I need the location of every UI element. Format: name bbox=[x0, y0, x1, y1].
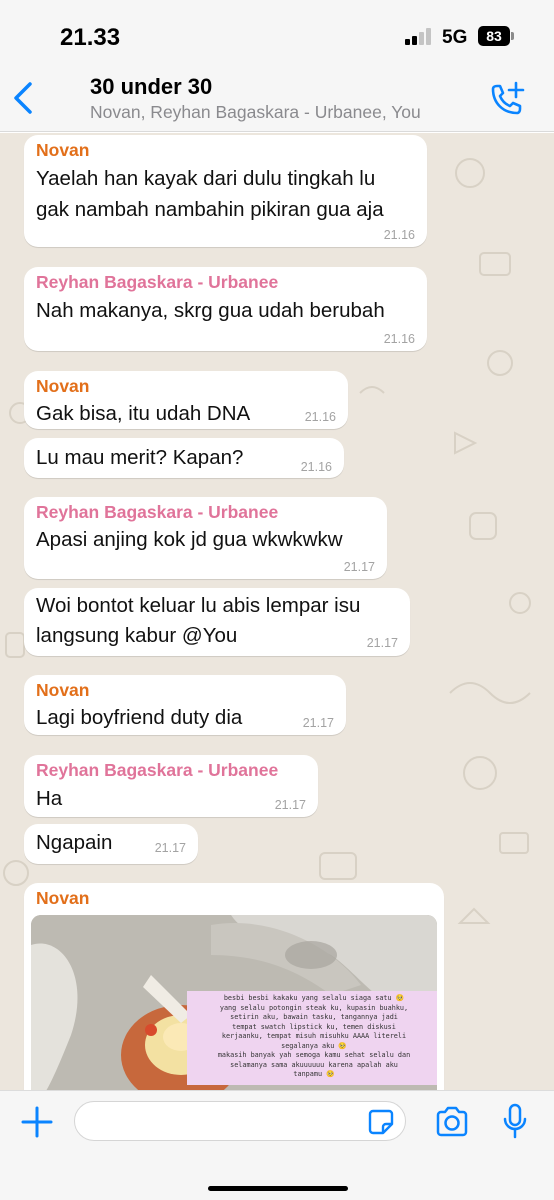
caption-line: setirin aku, bawain tasku, tangannya jad… bbox=[230, 1013, 398, 1021]
microphone-icon bbox=[503, 1103, 527, 1139]
chevron-left-icon bbox=[14, 82, 32, 114]
sender-name[interactable]: Novan bbox=[36, 376, 89, 397]
message-text: Woi bontot keluar lu abis lempar isu bbox=[36, 594, 361, 617]
sender-name[interactable]: Reyhan Bagaskara - Urbanee bbox=[36, 760, 278, 781]
message-time: 21.16 bbox=[383, 228, 415, 242]
message-time: 21.17 bbox=[274, 798, 306, 812]
caption-line: tempat swatch lipstick ku, temen diskusi bbox=[232, 1022, 396, 1031]
input-bar bbox=[0, 1090, 554, 1200]
message-time: 21.16 bbox=[304, 410, 336, 424]
plus-icon bbox=[21, 1106, 53, 1138]
message-text: langsung kabur @You bbox=[36, 624, 238, 647]
caption-line: kerjaanku, tempat misuh misuhku AAAA lit… bbox=[221, 1032, 407, 1040]
chat-area[interactable]: Novan Yaelah han kayak dari dulu tingkah… bbox=[0, 133, 554, 1090]
network-label: 5G bbox=[442, 27, 468, 48]
status-bar: 21.33 5G 83 bbox=[0, 0, 554, 60]
image-message-bubble[interactable]: Novan besbi besbi kakaku yang selalu sia… bbox=[24, 883, 444, 1090]
signal-icon bbox=[405, 27, 435, 45]
status-time: 21.33 bbox=[60, 24, 121, 51]
message-time: 21.16 bbox=[300, 460, 332, 474]
message-text: gak nambah nambahin pikiran gua aja bbox=[36, 198, 384, 221]
sender-name[interactable]: Reyhan Bagaskara - Urbanee bbox=[36, 272, 278, 293]
message-text: Ha bbox=[36, 787, 63, 810]
message-bubble[interactable]: Ngapain 21.17 bbox=[24, 824, 198, 864]
caption-line: besbi besbi kakaku yang selalu siaga sat… bbox=[223, 994, 405, 1002]
message-bubble[interactable]: Lu mau merit? Kapan? 21.16 bbox=[24, 438, 344, 478]
message-text: Ngapain bbox=[36, 831, 113, 854]
camera-button[interactable] bbox=[434, 1105, 470, 1139]
message-bubble[interactable]: Novan Yaelah han kayak dari dulu tingkah… bbox=[24, 135, 427, 247]
sticker-button[interactable] bbox=[368, 1109, 394, 1135]
message-text: Gak bisa, itu udah DNA bbox=[36, 402, 251, 425]
message-time: 21.17 bbox=[302, 716, 334, 730]
message-input[interactable] bbox=[74, 1101, 406, 1141]
message-bubble[interactable]: Reyhan Bagaskara - Urbanee Apasi anjing … bbox=[24, 497, 387, 579]
message-bubble[interactable]: Reyhan Bagaskara - Urbanee Ha 21.17 bbox=[24, 755, 318, 817]
message-bubble[interactable]: Reyhan Bagaskara - Urbanee Nah makanya, … bbox=[24, 267, 427, 351]
caption-line: segalanya aku 🥺 bbox=[281, 1041, 347, 1050]
caption-line: yang selalu potongin steak ku, kupasin b… bbox=[219, 1003, 409, 1012]
chat-title[interactable]: 30 under 30 bbox=[90, 74, 212, 100]
message-text: Lu mau merit? Kapan? bbox=[36, 446, 244, 469]
battery-nub bbox=[511, 32, 514, 40]
caption-line: tanpamu 🥺 bbox=[293, 1070, 335, 1078]
caption-line: makasih banyak yah semoga kamu sehat sel… bbox=[217, 1051, 411, 1059]
back-button[interactable] bbox=[8, 78, 40, 118]
message-time: 21.17 bbox=[343, 560, 375, 574]
photo-caption-sticker: besbi besbi kakaku yang selalu siaga sat… bbox=[187, 991, 437, 1085]
add-call-icon bbox=[491, 81, 525, 115]
message-time: 21.16 bbox=[383, 332, 415, 346]
message-bubble[interactable]: Novan Gak bisa, itu udah DNA 21.16 bbox=[24, 371, 348, 429]
message-text: Nah makanya, skrg gua udah berubah bbox=[36, 299, 385, 322]
message-text: Yaelah han kayak dari dulu tingkah lu bbox=[36, 167, 376, 190]
sender-name[interactable]: Novan bbox=[36, 680, 89, 701]
shared-photo[interactable]: besbi besbi kakaku yang selalu siaga sat… bbox=[31, 915, 437, 1090]
chat-participants[interactable]: Novan, Reyhan Bagaskara - Urbanee, You bbox=[90, 102, 421, 123]
message-bubble[interactable]: Woi bontot keluar lu abis lempar isu lan… bbox=[24, 588, 410, 656]
camera-icon bbox=[436, 1106, 468, 1137]
sticker-icon bbox=[368, 1109, 394, 1135]
sender-name[interactable]: Novan bbox=[36, 888, 89, 909]
message-text: Lagi boyfriend duty dia bbox=[36, 706, 243, 729]
battery-icon: 83 bbox=[478, 26, 510, 46]
message-text: Apasi anjing kok jd gua wkwkwkw bbox=[36, 528, 343, 551]
home-indicator[interactable] bbox=[208, 1186, 348, 1191]
attach-button[interactable] bbox=[20, 1105, 54, 1139]
message-time: 21.17 bbox=[366, 636, 398, 650]
message-time: 21.17 bbox=[154, 841, 186, 855]
chat-header: 30 under 30 Novan, Reyhan Bagaskara - Ur… bbox=[0, 60, 554, 132]
sender-name[interactable]: Novan bbox=[36, 140, 89, 161]
message-bubble[interactable]: Novan Lagi boyfriend duty dia 21.17 bbox=[24, 675, 346, 735]
sender-name[interactable]: Reyhan Bagaskara - Urbanee bbox=[36, 502, 278, 523]
add-call-button[interactable] bbox=[486, 80, 528, 120]
microphone-button[interactable] bbox=[502, 1103, 528, 1141]
caption-line: selamanya sama akuuuuuu karena apalah ak… bbox=[230, 1060, 398, 1069]
